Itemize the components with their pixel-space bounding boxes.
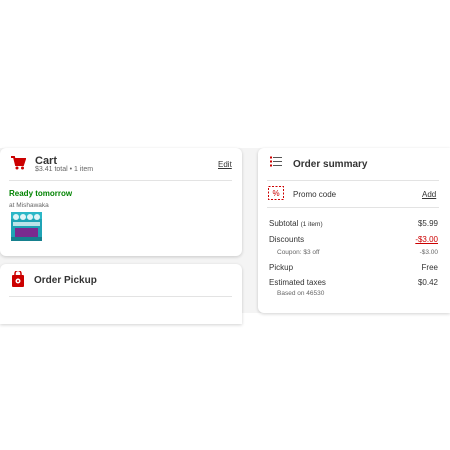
product-thumbnail[interactable] xyxy=(11,212,42,241)
subtotal-label: Subtotal (1 item) xyxy=(269,219,323,228)
cart-divider xyxy=(9,180,232,181)
ready-status: Ready tomorrow xyxy=(9,189,73,198)
order-pickup-title: Order Pickup xyxy=(34,275,97,286)
summary-divider-top xyxy=(267,180,439,181)
coupon-value: -$3.00 xyxy=(419,249,438,256)
store-location: at Mishawaka xyxy=(9,202,49,209)
discounts-value[interactable]: -$3.00 xyxy=(415,235,438,244)
list-icon xyxy=(270,156,282,167)
promo-code-label: Promo code xyxy=(293,190,337,199)
add-promo-link[interactable]: Add xyxy=(422,190,436,199)
order-summary-card xyxy=(258,148,450,313)
summary-divider-promo xyxy=(267,207,439,208)
svg-text:%: % xyxy=(272,189,279,198)
subtotal-text: Subtotal xyxy=(269,219,299,228)
edit-cart-link[interactable]: Edit xyxy=(218,160,232,169)
cart-summary-text: $3.41 total • 1 item xyxy=(35,166,94,173)
estimated-taxes-value: $0.42 xyxy=(417,278,438,287)
order-summary-title: Order summary xyxy=(293,159,368,170)
promo-icon: % xyxy=(268,186,284,200)
pickup-divider xyxy=(9,296,232,297)
pickup-fee-value: Free xyxy=(421,263,438,272)
estimated-taxes-label: Estimated taxes xyxy=(269,278,326,287)
subtotal-count: (1 item) xyxy=(300,221,323,228)
coupon-label: Coupon: $3 off xyxy=(277,249,320,256)
subtotal-value: $5.99 xyxy=(417,219,438,228)
tax-zip-note: Based on 46530 xyxy=(277,290,325,297)
pickup-store-icon xyxy=(12,271,24,287)
pickup-fee-label: Pickup xyxy=(269,263,294,272)
order-pickup-card xyxy=(0,264,242,324)
discounts-label: Discounts xyxy=(269,235,305,244)
cart-icon xyxy=(11,156,26,170)
